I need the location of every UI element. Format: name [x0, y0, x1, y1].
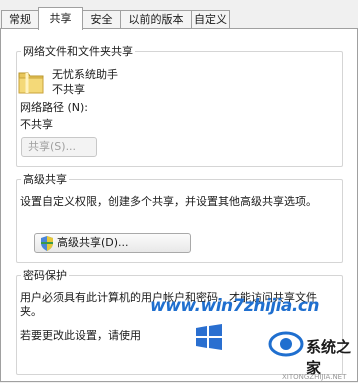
shield-icon	[41, 236, 53, 251]
folder-icon	[18, 72, 44, 94]
password-change-text: 若要更改此设置，请使用	[20, 329, 141, 342]
advanced-share-button-label: 高级共享(D)...	[57, 236, 129, 249]
password-legend: 密码保护	[23, 269, 67, 282]
tab-sharing[interactable]: 共享	[38, 7, 83, 30]
sharing-panel: 网络文件和文件夹共享 无忧系统助手 不共享 网络路径 (N): 不共享 共享(S…	[0, 28, 358, 382]
network-share-legend: 网络文件和文件夹共享	[23, 45, 133, 58]
password-group: 密码保护	[16, 267, 343, 375]
advanced-share-button[interactable]: 高级共享(D)...	[34, 233, 191, 253]
tab-customize[interactable]: 自定义	[191, 10, 230, 29]
watermark-site-text: www.win7zhijia.cn	[150, 296, 320, 316]
folder-name: 无忧系统助手	[52, 68, 118, 81]
system-home-logo-icon	[268, 331, 304, 357]
windows-logo-icon	[196, 324, 222, 350]
advanced-share-description: 设置自定义权限，创建多个共享，并设置其他高级共享选项。	[20, 195, 317, 208]
tab-bar: 常规 共享 安全 以前的版本 自定义	[0, 0, 358, 30]
watermark-url-small: XITONGZHIJIA.NET	[282, 373, 347, 381]
network-path-label: 网络路径 (N):	[20, 101, 89, 114]
watermark-brand: 系统之家	[306, 338, 352, 377]
tab-security[interactable]: 安全	[82, 10, 121, 29]
tab-general[interactable]: 常规	[1, 10, 39, 29]
share-button[interactable]: 共享(S)...	[21, 137, 97, 157]
network-path-value: 不共享	[20, 118, 53, 131]
advanced-share-legend: 高级共享	[23, 173, 67, 186]
tab-previous-versions[interactable]: 以前的版本	[120, 10, 192, 29]
folder-share-status: 不共享	[52, 83, 85, 96]
